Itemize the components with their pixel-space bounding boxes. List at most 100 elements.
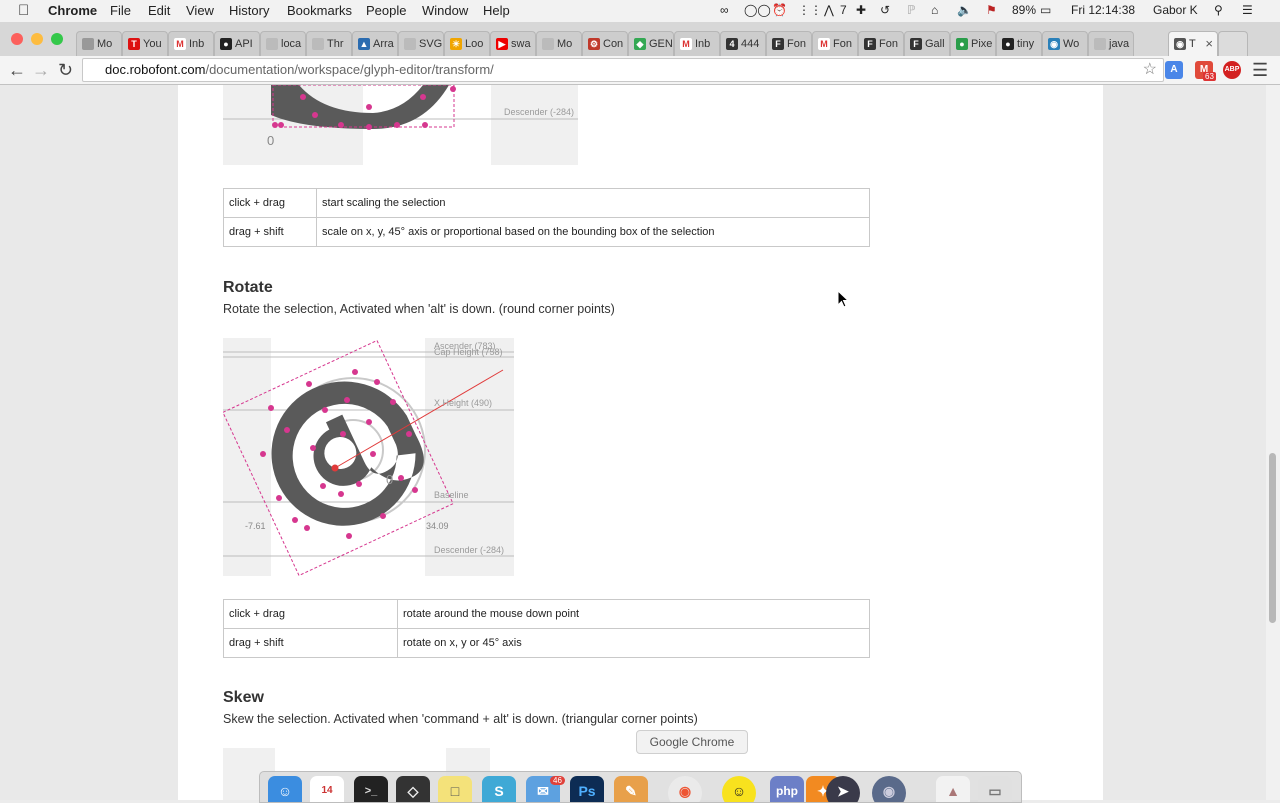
notification-icon[interactable]: ⋀ [824, 3, 834, 17]
php-app-icon[interactable]: php [770, 776, 804, 802]
back-arrow-icon[interactable]: ← [8, 59, 26, 81]
photoshop-icon[interactable]: Ps [570, 776, 604, 802]
close-tab-icon[interactable]: × [1205, 36, 1213, 51]
font-icon: F [910, 38, 922, 50]
clock[interactable]: Fri 12:14:38 [1071, 3, 1135, 17]
glasses-icon[interactable]: ◯◯ [744, 3, 771, 17]
app-menu[interactable]: Chrome [48, 3, 97, 18]
browser-toolbar: ← → ↻ doc.robofont.com/documentation/wor… [0, 56, 1280, 85]
calendar-icon[interactable]: 14 [310, 776, 344, 802]
scrollbar-thumb[interactable] [1269, 453, 1276, 623]
pen-tool-app-icon[interactable]: ➤ [826, 776, 860, 802]
tab[interactable]: ⚙ Con [582, 31, 628, 57]
tab[interactable]: ☀ Loo [444, 31, 490, 57]
tab[interactable]: ● API [214, 31, 260, 57]
tab-title: 444 [741, 38, 760, 50]
tab-title: Fon [879, 38, 898, 50]
menu-edit[interactable]: Edit [148, 3, 170, 18]
tab[interactable]: M Inb [674, 31, 720, 57]
bluetooth-icon[interactable]: ℙ [907, 3, 915, 17]
menu-people[interactable]: People [366, 3, 406, 18]
translate-icon[interactable]: A [1165, 61, 1183, 79]
tab[interactable]: Thr [306, 31, 352, 57]
terminal-icon[interactable]: >_ [354, 776, 388, 802]
grid-icon[interactable]: ⋮⋮ [798, 3, 822, 17]
new-tab-button[interactable] [1218, 31, 1248, 57]
tab[interactable]: M Inb [168, 31, 214, 57]
scale-shortcuts-table: click + drag start scaling the selection… [223, 188, 870, 247]
tab-title: Pixe [971, 38, 993, 50]
menu-file[interactable]: File [110, 3, 131, 18]
volume-icon[interactable]: 🔈 [957, 3, 972, 17]
tab[interactable]: F Gall [904, 31, 950, 57]
notification-center-icon[interactable]: ☰ [1242, 3, 1253, 17]
menu-help[interactable]: Help [483, 3, 510, 18]
tab[interactable]: ▶ swa [490, 31, 536, 57]
tab[interactable]: loca [260, 31, 306, 57]
link-icon[interactable]: ∞ [720, 3, 729, 17]
tab-active[interactable]: ◉ T × [1168, 31, 1218, 57]
maximize-window-button[interactable] [51, 33, 63, 45]
spotlight-search-icon[interactable]: ⚲ [1214, 3, 1223, 17]
tab-title: You [143, 38, 162, 50]
tab[interactable]: SVG [398, 31, 444, 57]
clock-app-icon[interactable]: ⏰ [772, 3, 787, 17]
menu-bookmarks[interactable]: Bookmarks [287, 3, 352, 18]
tab[interactable]: ◉ Wo [1042, 31, 1088, 57]
apple-menu-icon[interactable]:  [18, 2, 29, 19]
trash-icon[interactable]: ▭ [978, 776, 1012, 802]
skew-heading: Skew [223, 689, 264, 706]
address-bar[interactable]: doc.robofont.com/documentation/workspace… [82, 58, 1164, 82]
tab[interactable]: F Fon [766, 31, 812, 57]
sublime-icon[interactable]: S [482, 776, 516, 802]
vector-app-icon[interactable]: ◇ [396, 776, 430, 802]
tab[interactable]: java [1088, 31, 1134, 57]
wifi-icon[interactable]: ⌂ [931, 3, 938, 17]
tab[interactable]: ◆ GEN [628, 31, 674, 57]
tab[interactable]: T You [122, 31, 168, 57]
globe-app-icon[interactable]: ◉ [872, 776, 906, 802]
time-machine-icon[interactable]: ↺ [880, 3, 890, 17]
forward-arrow-icon[interactable]: → [32, 59, 50, 81]
chrome-menu-icon[interactable]: ☰ [1252, 59, 1268, 81]
smiley-app-icon[interactable]: ☺ [722, 776, 756, 802]
battery-icon[interactable]: ▭ [1040, 3, 1051, 17]
page-icon [82, 38, 94, 50]
descender-label: Descender (-284) [504, 107, 575, 117]
reload-icon[interactable]: ↻ [58, 59, 73, 81]
tab-title: Loo [465, 38, 484, 50]
shortcut-cell: click + drag [223, 599, 398, 629]
menu-view[interactable]: View [186, 3, 214, 18]
finder-icon[interactable]: ☺ [268, 776, 302, 802]
page-scrollbar[interactable] [1266, 85, 1280, 800]
user-name[interactable]: Gabor K [1153, 3, 1198, 17]
menu-window[interactable]: Window [422, 3, 468, 18]
tab[interactable]: Mo [76, 31, 122, 57]
tab[interactable]: ▲ Arra [352, 31, 398, 57]
tab[interactable]: ● Pixe [950, 31, 996, 57]
font-icon: F [864, 38, 876, 50]
menu-history[interactable]: History [229, 3, 269, 18]
tab[interactable]: F Fon [858, 31, 904, 57]
bookmark-star-icon[interactable]: ☆ [1143, 59, 1157, 79]
rotate-description: Rotate the selection, Activated when 'al… [223, 302, 615, 316]
flag-icon[interactable]: ⚑ [986, 3, 997, 17]
rotated-glyph [271, 381, 424, 526]
adblock-plus-icon[interactable]: ABP [1223, 61, 1241, 79]
table-row: drag + shift rotate on x, y or 45° axis [223, 628, 870, 658]
tab[interactable]: 4 444 [720, 31, 766, 57]
close-window-button[interactable] [11, 33, 23, 45]
documents-folder-icon[interactable]: ▲ [936, 776, 970, 802]
tab[interactable]: M Fon [812, 31, 858, 57]
gear-icon: ⚙ [588, 38, 600, 50]
plus-icon[interactable]: ✚ [856, 3, 866, 17]
tab[interactable]: Mo [536, 31, 582, 57]
chrome-icon[interactable]: ◉ [668, 776, 702, 802]
tab[interactable]: ● tiny [996, 31, 1042, 57]
pencil-app-icon[interactable]: ✎ [614, 776, 648, 802]
rotate-heading: Rotate [223, 279, 273, 296]
stickies-icon[interactable]: □ [438, 776, 472, 802]
minimize-window-button[interactable] [31, 33, 43, 45]
shortcut-cell: click + drag [223, 188, 317, 218]
github-icon: ● [1002, 38, 1014, 50]
